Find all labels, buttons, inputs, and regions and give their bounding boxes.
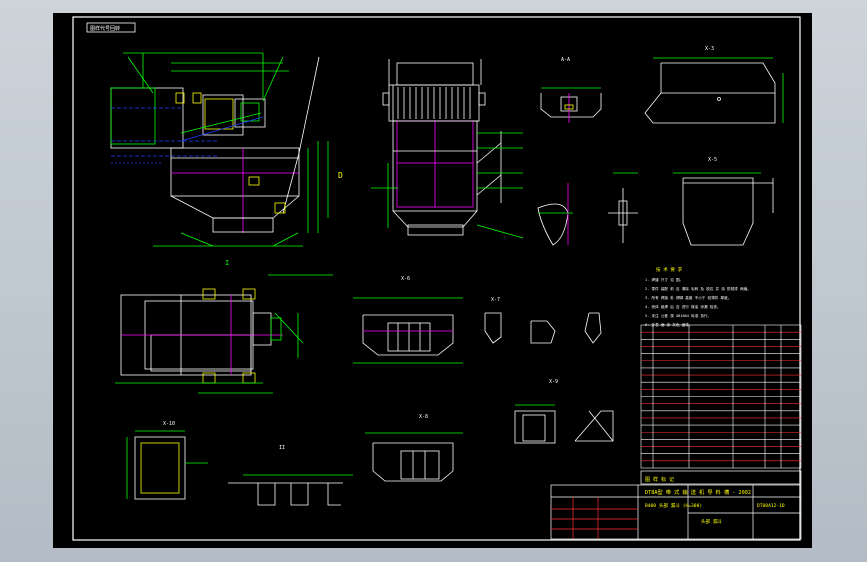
cad-viewer-background: 图样代号回转 D I A-A X-3 X-5 X-6 X-7 X-9 X-8 X… — [0, 0, 867, 562]
note-2: 2. 零件 装配 前 应 清除 毛刺 及 锐边 并 涂 防锈漆 两遍。 — [645, 286, 751, 291]
section-label-f: X-8 — [419, 414, 428, 420]
note-1: 1. 焊缝 尺寸 见 图。 — [645, 277, 683, 282]
section-label-h: X-10 — [163, 421, 175, 427]
ref-tag: 图样代号回转 — [90, 25, 120, 32]
section-bolt-detail — [540, 87, 602, 123]
section-x5 — [673, 172, 774, 246]
technical-notes: 技 术 要 求 1. 焊缝 尺寸 见 图。 2. 零件 装配 前 应 清除 毛刺… — [645, 266, 751, 327]
detail-i-label: I — [225, 259, 229, 267]
stamp-text: 图 样 标 记 — [645, 476, 674, 483]
section-label-e: X-7 — [491, 297, 500, 303]
name-row: 头部 漏斗 — [701, 518, 723, 525]
section-label-d: X-6 — [401, 276, 410, 282]
note-4: 4. 壳体 组焊 后 应 进行 煤油 渗漏 检查。 — [645, 304, 721, 309]
drawing-sheet[interactable]: 图样代号回转 D I A-A X-3 X-5 X-6 X-7 X-9 X-8 X… — [53, 13, 812, 548]
weld-detail-views — [537, 172, 638, 246]
small-sections — [484, 312, 602, 344]
note-6: 6. 外表 面 涂 灰色 面漆。 — [645, 322, 693, 327]
section-label-a: A-A — [561, 57, 570, 63]
detail-flange-view — [126, 430, 208, 500]
section-label-g: X-9 — [549, 379, 558, 385]
inner-frame — [72, 16, 801, 541]
section-x7 — [365, 432, 463, 482]
note-3: 3. 所有 焊接 处 焊脚 高度 不小于 较薄件 厚度。 — [645, 295, 731, 300]
drawing-number: DT08A12-1D — [757, 503, 785, 509]
section-x3 — [644, 57, 784, 124]
cad-drawing: 图样代号回转 D I A-A X-3 X-5 X-6 X-7 X-9 X-8 X… — [72, 16, 802, 541]
detail-ii-label: II — [279, 445, 285, 451]
note-5: 5. 未注 公差 按 GB1804 标准 执行。 — [645, 313, 711, 318]
sub-title: B400 头部 漏斗 (H=300) — [645, 502, 702, 509]
detail-d-label: D — [338, 171, 343, 180]
bill-of-materials — [640, 324, 802, 469]
plan-view — [115, 274, 333, 394]
notes-title: 技 术 要 求 — [656, 266, 683, 273]
section-x6 — [353, 297, 463, 364]
side-view — [371, 59, 524, 239]
section-label-b: X-3 — [705, 46, 714, 52]
section-label-c: X-5 — [708, 157, 717, 163]
detail-channel-views — [228, 474, 353, 506]
main-front-view — [110, 52, 329, 247]
main-title: DT8A型 带 式 输 送 机 导 料 槽 - 2002 — [645, 488, 751, 496]
section-x9 — [514, 404, 614, 444]
